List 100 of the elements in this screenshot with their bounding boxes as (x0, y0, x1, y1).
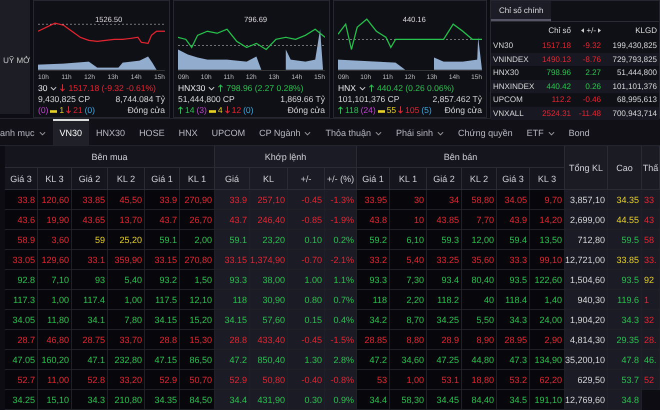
table-cell: 43.7 (215, 210, 250, 230)
market-tab[interactable]: Chứng quyền (451, 119, 520, 145)
market-tab[interactable]: VN30 (52, 119, 90, 145)
table-cell: 47.15 (145, 350, 180, 370)
table-cell: 257,10 (250, 190, 288, 210)
table-cell: 34.3 (72, 390, 108, 410)
value-text: 8,744.084 Tỷ (116, 94, 165, 104)
table-cell: 34.05 (497, 190, 530, 210)
index-row[interactable]: VNXALL 2524.31 -11.48 700,943,714 (491, 106, 659, 120)
table-cell: 43.7 (145, 210, 180, 230)
market-tab[interactable]: HNX30 (89, 119, 132, 145)
table-cell: 53.1 (427, 370, 462, 390)
market-tab[interactable]: HNX (172, 119, 205, 145)
table-cell: 28.9 (427, 330, 462, 350)
stock-count: (3) (196, 104, 207, 115)
caret-icon[interactable] (358, 86, 366, 91)
index-tab[interactable]: Chỉ số chính (491, 1, 552, 21)
index-change: -9.32 (582, 41, 601, 50)
table-cell: 35,60 (462, 250, 497, 270)
table-cell: 52.9 (215, 370, 250, 390)
table-cell: 93.3 (357, 270, 390, 290)
index-name: HNXINDEX (492, 82, 536, 91)
column-header: Giá 2 (72, 168, 108, 190)
market-tab[interactable]: ETF (520, 119, 562, 145)
index-row[interactable]: UPCOM 112.2 -0.46 68,995,613 (491, 93, 659, 106)
index-row[interactable]: HNXINDEX 440.42 0.26 101,101,376 (491, 80, 659, 93)
market-status: Đóng cửa (444, 104, 482, 115)
index-row[interactable]: HNX30 798.96 2.27 51,444,800 (491, 66, 659, 80)
index-volume: 199,430,825 (612, 41, 658, 50)
menu-label[interactable]: UỸ MỞ (3, 50, 30, 64)
right-arrow-icon[interactable] (598, 28, 601, 33)
bar-icon (208, 110, 216, 114)
table-cell: 33 (642, 190, 660, 210)
table-cell: 34.1 (72, 310, 108, 330)
table-cell: 34.25 (427, 310, 462, 330)
down-arrow-icon (66, 106, 72, 114)
table-cell: 93.3 (215, 270, 250, 290)
table-cell: 1.00 (288, 270, 325, 290)
table-cell: 246,40 (250, 210, 288, 230)
table-cell: 30,90 (250, 290, 288, 310)
table-cell: 0.4% (325, 310, 357, 330)
caret-icon[interactable] (208, 86, 216, 91)
table-cell: 59.5 (608, 230, 642, 250)
index-row[interactable]: VNINDEX 1490.13 -8.76 729,793,825 (491, 52, 659, 66)
caret-icon[interactable] (50, 86, 58, 91)
market-tab[interactable]: CP Ngành (252, 119, 318, 145)
table-cell: 58,30 (390, 390, 427, 410)
table-cell: 34.35 (608, 190, 642, 210)
table-cell: 34.3 (608, 310, 642, 330)
market-tab[interactable]: Phái sinh (389, 119, 452, 145)
market-tab[interactable]: HOSE (132, 119, 172, 145)
column-header: KL 2 (108, 168, 145, 190)
group-header: Khớp lệnh (215, 146, 357, 168)
table-cell: 33.95 (357, 190, 390, 210)
table-cell: 45,50 (108, 190, 145, 210)
table-cell: 93.5 (497, 270, 530, 290)
market-tab[interactable]: Bond (562, 119, 597, 145)
table-cell: 28.95 (497, 330, 530, 350)
stock-count: 55 (386, 104, 396, 115)
table-cell: -0.40 (288, 370, 325, 390)
table-cell: 3,857,10 (565, 190, 608, 210)
left-arrow-icon[interactable] (581, 28, 584, 33)
stock-count: 4 (218, 104, 223, 115)
table-cell: 33.1 (72, 250, 108, 270)
market-tab[interactable]: Thỏa thuận (318, 119, 390, 145)
index-value: 1517.18 (541, 41, 571, 50)
table-cell: 47.3 (497, 350, 530, 370)
table-cell: 26,70 (180, 210, 215, 230)
table-cell: 7,10 (38, 270, 72, 290)
caret-icon (437, 130, 444, 136)
table-cell: 7,80 (108, 310, 145, 330)
stock-count: 12 (232, 104, 242, 115)
table-cell: 33.85 (608, 250, 642, 270)
market-tab[interactable]: anh mục (0, 119, 53, 145)
table-cell: 5,50 (462, 310, 497, 330)
table-cell: 40 (462, 290, 497, 310)
column-header: Cao (608, 146, 642, 190)
value-text: 1,869.66 Tỷ (280, 94, 325, 104)
table-cell: 93 (72, 270, 108, 290)
table-cell: 57,60 (250, 310, 288, 330)
table-cell: 0.30 (288, 390, 325, 410)
table-cell: 93.4 (427, 270, 462, 290)
table-cell: 118.4 (497, 290, 530, 310)
column-header: KL 1 (180, 168, 215, 190)
volume-text: 51,444,800 CP (178, 94, 235, 104)
market-status: Đóng cửa (128, 104, 165, 115)
column-header: KL 3 (530, 168, 565, 190)
table-cell: 47.2 (357, 350, 390, 370)
table-cell: 47.25 (427, 350, 462, 370)
index-change: 1517.18 (-9.32 -0.61%) (68, 83, 156, 94)
index-value: 440.42 (546, 82, 571, 91)
table-cell: 34.2 (357, 310, 390, 330)
table-cell: 118 (357, 290, 390, 310)
market-tab[interactable]: UPCOM (204, 119, 252, 145)
down-arrow-icon (398, 106, 404, 114)
column-header: +/- (288, 168, 325, 190)
table-cell: 14,20 (530, 210, 565, 230)
table-cell: 433,40 (250, 330, 288, 350)
index-row[interactable]: VN30 1517.18 -9.32 199,430,825 (491, 39, 659, 52)
index-value: 112.2 (550, 95, 571, 104)
